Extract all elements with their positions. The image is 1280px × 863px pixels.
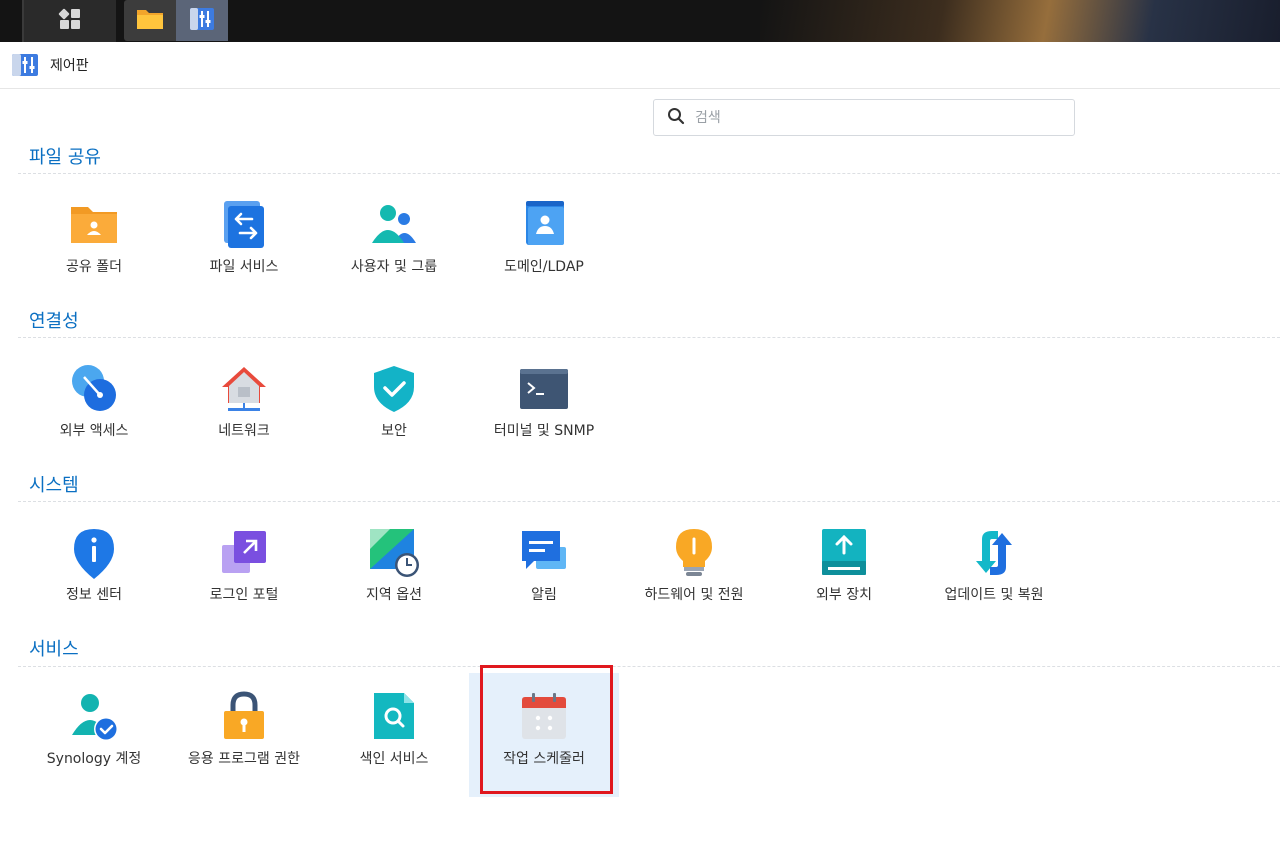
item-login-portal[interactable]: 로그인 포털 [169, 509, 319, 633]
search-box[interactable] [653, 99, 1075, 136]
taskbar-app-group [124, 0, 228, 41]
domain-ldap-icon [518, 199, 570, 251]
item-security[interactable]: 보안 [319, 345, 469, 469]
item-synology-account[interactable]: Synology 계정 [19, 673, 169, 797]
item-domain-ldap[interactable]: 도메인/LDAP [469, 181, 619, 305]
item-label: 응용 프로그램 권한 [188, 751, 300, 767]
application-privileges-icon [218, 691, 270, 743]
item-application-privileges[interactable]: 응용 프로그램 권한 [169, 673, 319, 797]
item-label: 외부 액세스 [59, 423, 129, 439]
item-label: 정보 센터 [66, 587, 122, 603]
external-devices-icon [818, 527, 870, 579]
item-info-center[interactable]: 정보 센터 [19, 509, 169, 633]
info-center-icon [68, 527, 120, 579]
item-label: 지역 옵션 [366, 587, 422, 603]
main-menu-grid-icon [58, 7, 82, 35]
item-external-devices[interactable]: 외부 장치 [769, 509, 919, 633]
window-title: 제어판 [50, 58, 89, 74]
item-label: Synology 계정 [46, 751, 142, 767]
synology-account-icon [68, 691, 120, 743]
taskbar-file-station-button[interactable] [124, 0, 176, 41]
regional-options-icon [368, 527, 420, 579]
search-input[interactable] [693, 108, 1057, 127]
notification-icon [518, 527, 570, 579]
item-label: 알림 [531, 587, 557, 603]
item-label: 로그인 포털 [209, 587, 279, 603]
section-title-file-sharing: 파일 공유 [29, 147, 101, 168]
item-label: 터미널 및 SNMP [493, 423, 595, 439]
item-notification[interactable]: 알림 [469, 509, 619, 633]
update-restore-icon [968, 527, 1020, 579]
section-title-system: 시스템 [29, 475, 79, 496]
section-title-connectivity: 연결성 [29, 311, 79, 332]
search-icon [654, 107, 685, 129]
section-title-services: 서비스 [29, 639, 79, 660]
item-indexing-service[interactable]: 색인 서비스 [319, 673, 469, 797]
shared-folder-icon [68, 199, 120, 251]
control-panel-icon [10, 52, 40, 78]
highlight-box [480, 665, 613, 794]
taskbar-control-panel-button[interactable] [176, 0, 228, 41]
user-group-icon [368, 199, 420, 251]
item-external-access[interactable]: 외부 액세스 [19, 345, 169, 469]
item-regional-options[interactable]: 지역 옵션 [319, 509, 469, 633]
external-access-icon [68, 363, 120, 415]
login-portal-icon [218, 527, 270, 579]
item-label: 파일 서비스 [209, 259, 279, 275]
item-label: 색인 서비스 [359, 751, 429, 767]
item-file-services[interactable]: 파일 서비스 [169, 181, 319, 305]
item-label: 도메인/LDAP [504, 259, 584, 275]
folder-icon [135, 6, 165, 36]
item-user-group[interactable]: 사용자 및 그룹 [319, 181, 469, 305]
terminal-icon [518, 363, 570, 415]
item-label: 보안 [381, 423, 407, 439]
control-panel-icon [188, 6, 216, 36]
file-services-icon [218, 199, 270, 251]
item-network[interactable]: 네트워크 [169, 345, 319, 469]
item-label: 업데이트 및 복원 [944, 587, 1044, 603]
item-label: 하드웨어 및 전원 [644, 587, 744, 603]
network-icon [218, 363, 270, 415]
indexing-service-icon [368, 691, 420, 743]
section-divider [18, 501, 1280, 502]
hardware-power-icon [668, 527, 720, 579]
section-divider [18, 337, 1280, 338]
item-label: 사용자 및 그룹 [350, 259, 438, 275]
item-terminal-snmp[interactable]: 터미널 및 SNMP [469, 345, 619, 469]
desktop-wallpaper [760, 0, 1280, 42]
item-label: 공유 폴더 [66, 259, 122, 275]
item-label: 외부 장치 [816, 587, 872, 603]
taskbar [0, 0, 1280, 42]
item-hardware-power[interactable]: 하드웨어 및 전원 [619, 509, 769, 633]
item-update-restore[interactable]: 업데이트 및 복원 [919, 509, 1069, 633]
security-shield-icon [368, 363, 420, 415]
item-shared-folder[interactable]: 공유 폴더 [19, 181, 169, 305]
item-label: 네트워크 [218, 423, 270, 439]
section-divider [18, 173, 1280, 174]
window-titlebar: 제어판 [0, 42, 1280, 89]
section-divider [18, 666, 1280, 667]
main-menu-button[interactable] [24, 0, 116, 42]
